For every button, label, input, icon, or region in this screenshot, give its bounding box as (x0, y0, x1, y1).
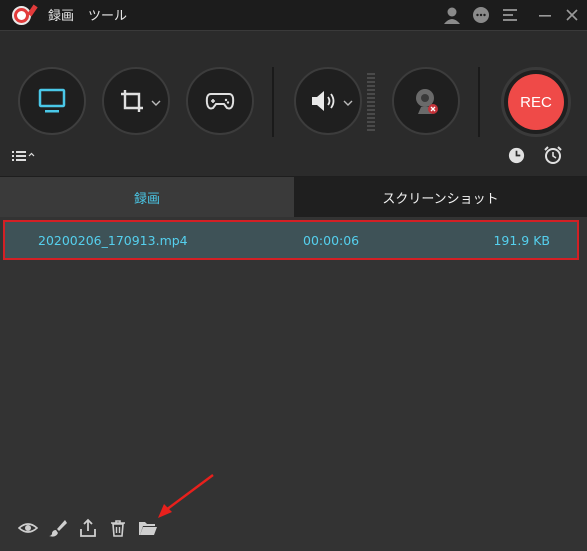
file-duration: 00:00:06 (303, 233, 360, 248)
file-list: 20200206_170913.mp4 00:00:06 191.9 KB (0, 217, 587, 501)
rec-label: REC (508, 74, 564, 130)
app-logo-icon (12, 4, 38, 25)
minimize-icon[interactable] (535, 5, 555, 25)
monitor-icon (38, 88, 66, 113)
title-bar: 録画 ツール (0, 0, 587, 30)
close-icon[interactable] (562, 5, 582, 25)
chevron-down-icon[interactable] (343, 98, 353, 108)
tab-screenshot[interactable]: スクリーンショット (294, 177, 587, 217)
chat-icon[interactable] (471, 5, 491, 25)
brush-icon[interactable] (48, 518, 68, 538)
chevron-down-icon[interactable] (151, 98, 161, 108)
list-toggle-icon[interactable] (11, 149, 37, 163)
webcam-icon (416, 89, 438, 114)
tab-bar: 録画 スクリーンショット (0, 177, 587, 217)
game-record-button[interactable] (186, 67, 254, 135)
toolbar-divider (478, 67, 480, 137)
trash-icon[interactable] (108, 518, 128, 538)
menu-icon[interactable] (500, 5, 520, 25)
toolbar: REC (0, 30, 587, 176)
user-icon[interactable] (442, 5, 462, 25)
gamepad-icon (205, 93, 235, 110)
menu-tools[interactable]: ツール (88, 5, 127, 24)
annotation-arrow-icon (158, 474, 214, 518)
tab-recording[interactable]: 録画 (0, 177, 294, 217)
speaker-icon (312, 91, 335, 111)
table-row[interactable]: 20200206_170913.mp4 00:00:06 191.9 KB (3, 220, 579, 260)
toolbar-divider (272, 67, 274, 137)
alarm-clock-icon[interactable] (543, 145, 563, 165)
crop-icon (121, 90, 143, 112)
rec-button[interactable]: REC (501, 67, 571, 137)
volume-meter (367, 73, 375, 131)
schedule-icon[interactable] (507, 146, 526, 165)
screen-record-button[interactable] (18, 67, 86, 135)
webcam-button[interactable] (392, 67, 460, 135)
share-icon[interactable] (78, 518, 98, 538)
eye-icon[interactable] (18, 518, 38, 538)
file-size: 191.9 KB (493, 233, 550, 248)
file-name: 20200206_170913.mp4 (38, 233, 188, 248)
menu-record[interactable]: 録画 (48, 5, 74, 24)
